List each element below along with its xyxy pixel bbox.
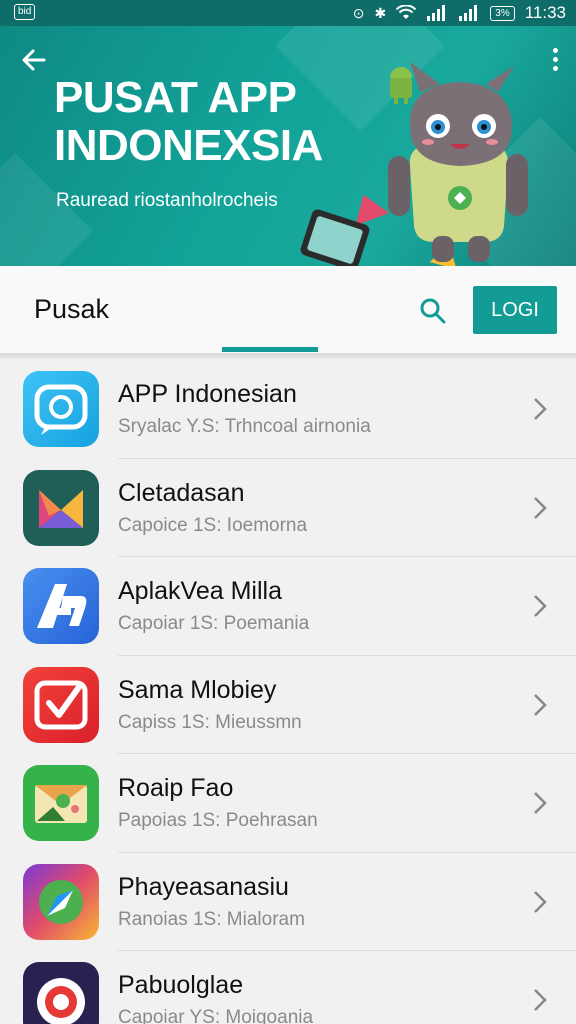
banner-subtitle: Rauread riostanholrocheis bbox=[56, 190, 278, 211]
app-toolbar: Pusak LOGI bbox=[0, 266, 576, 354]
battery-icon: 3% bbox=[490, 5, 515, 21]
app-subtitle: Papoias 1S: Poehrasan bbox=[118, 810, 318, 831]
app-name: APP Indonesian bbox=[118, 380, 297, 408]
gradient-ribbon-app-icon bbox=[23, 469, 99, 546]
chevron-right-icon bbox=[534, 792, 547, 814]
chevron-right-icon bbox=[534, 398, 547, 420]
app-subtitle: Capiss 1S: Mieussmn bbox=[118, 711, 302, 733]
target-app-icon bbox=[23, 962, 99, 1024]
vibrate-icon: ⊙ bbox=[352, 4, 365, 21]
page-title: Pusak bbox=[34, 294, 110, 324]
list-item[interactable]: Sama Mlobiey Capiss 1S: Mieussmn bbox=[0, 656, 576, 754]
app-subtitle: Capoice 1S: Ioemorna bbox=[118, 514, 308, 536]
app-subtitle: Capoiar 1S: Poemania bbox=[118, 613, 310, 634]
search-icon[interactable] bbox=[418, 296, 448, 326]
banner-title: PUSAT APP INDONEXSIA bbox=[54, 73, 323, 170]
app-name: Pabuolglae bbox=[118, 971, 244, 999]
list-item[interactable]: Cletadasan Capoice 1S: Ioemorna bbox=[0, 459, 576, 557]
chat-bubble-app-icon bbox=[23, 371, 99, 447]
signal-icon-2 bbox=[459, 5, 478, 21]
chevron-right-icon bbox=[534, 595, 547, 617]
app-name: Phayeasanasiu bbox=[118, 872, 289, 901]
more-options-icon[interactable] bbox=[550, 48, 560, 78]
back-arrow-icon[interactable] bbox=[20, 46, 52, 78]
chevron-right-icon bbox=[534, 989, 547, 1011]
app-subtitle: Ranoias 1S: Mialoram bbox=[118, 908, 305, 930]
chevron-right-icon bbox=[534, 890, 547, 913]
list-item[interactable]: AplakVea Milla Capoiar 1S: Poemania bbox=[0, 557, 576, 656]
wifi-icon bbox=[396, 5, 417, 19]
list-item[interactable]: Roaip Fao Papoias 1S: Poehrasan bbox=[0, 754, 576, 853]
app-name: Roaip Fao bbox=[118, 774, 234, 802]
photo-envelope-app-icon bbox=[23, 765, 99, 841]
tab-indicator bbox=[222, 347, 318, 352]
status-badge: bid bbox=[14, 4, 36, 20]
letter-a-app-icon bbox=[23, 568, 99, 644]
list-item[interactable]: Phayeasanasiu Ranoias 1S: Mialoram bbox=[0, 853, 576, 951]
clock: 11:33 bbox=[524, 3, 566, 22]
app-subtitle: Sryalac Y.S: Trhncoal airnonia bbox=[118, 416, 371, 437]
hero-banner: PUSAT APP INDONEXSIA Rauread riostanholr… bbox=[0, 26, 576, 266]
list-item[interactable]: APP Indonesian Sryalac Y.S: Trhncoal air… bbox=[0, 360, 576, 459]
play-swoosh-app-icon bbox=[23, 666, 99, 743]
chevron-right-icon bbox=[534, 693, 547, 716]
list-item[interactable]: Pabuolglae Capoiar YS: Moigoania bbox=[0, 951, 576, 1024]
status-bar: bid ⊙ ✱ 3% 11:33 bbox=[0, 0, 576, 26]
app-list: APP Indonesian Sryalac Y.S: Trhncoal air… bbox=[0, 360, 576, 1024]
bluetooth-icon: ✱ bbox=[374, 4, 387, 21]
compass-app-icon bbox=[23, 863, 99, 940]
signal-icon bbox=[427, 5, 446, 21]
android-mascot-icon bbox=[388, 62, 528, 262]
login-button[interactable]: LOGI bbox=[473, 286, 557, 334]
app-name: Cletadasan bbox=[118, 478, 245, 507]
chevron-right-icon bbox=[534, 496, 547, 519]
app-name: AplakVea Milla bbox=[118, 577, 282, 605]
app-name: Sama Mlobiey bbox=[118, 675, 277, 704]
app-subtitle: Capoiar YS: Moigoania bbox=[118, 1007, 314, 1024]
